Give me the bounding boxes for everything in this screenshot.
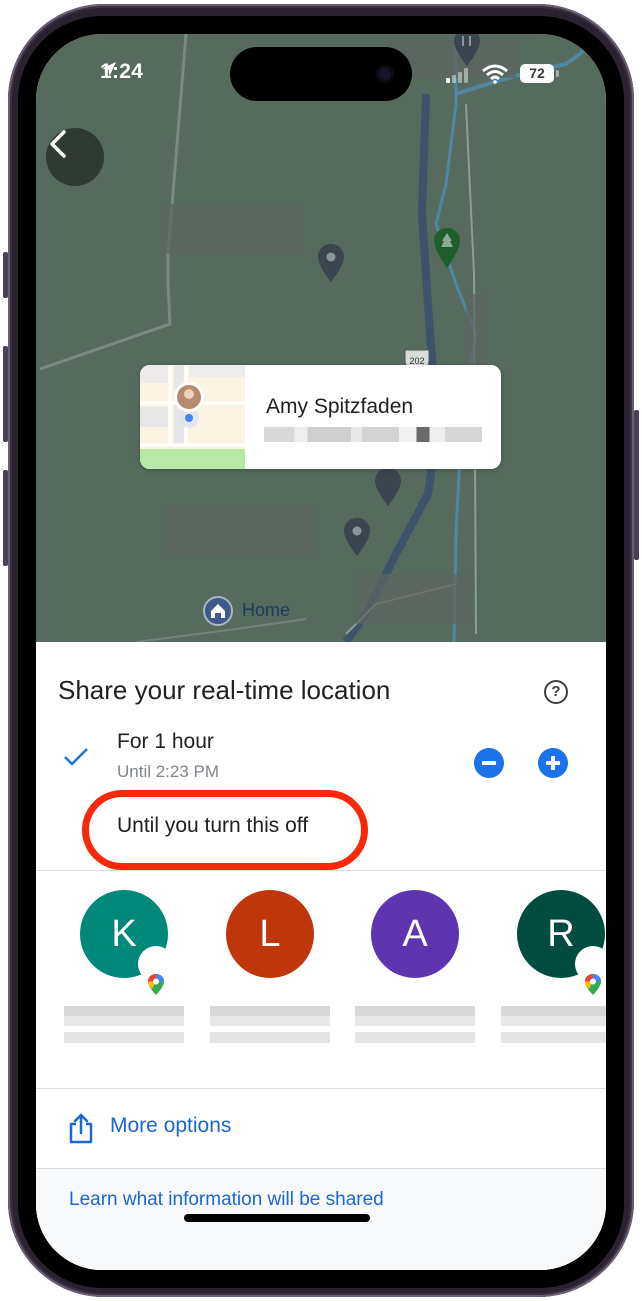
wifi-icon	[482, 64, 508, 84]
help-circle-icon[interactable]: ?	[544, 680, 568, 704]
share-icon	[69, 1113, 93, 1144]
location-arrow-icon	[102, 62, 116, 76]
mini-map-streets	[140, 365, 245, 469]
contact-name-redacted	[355, 998, 475, 1048]
increase-duration-button[interactable]	[538, 748, 568, 778]
back-button[interactable]	[46, 128, 104, 186]
chevron-left-icon	[50, 130, 66, 158]
redacted-label	[356, 574, 471, 624]
checkmark-icon	[64, 748, 88, 766]
divider	[36, 870, 606, 871]
contact-avatar: R	[517, 890, 606, 995]
person-location-redacted	[264, 427, 482, 442]
person-name: Amy Spitzfaden	[266, 395, 414, 418]
contact-name-redacted	[501, 998, 606, 1048]
option-for-1-hour[interactable]: For 1 hour	[117, 730, 214, 754]
place-pin-icon[interactable]	[316, 242, 346, 284]
redacted-label	[162, 204, 302, 254]
screen: 202 1:24 72 Amy Spitzfaden Home Share yo…	[36, 34, 606, 1270]
option-until-turned-off[interactable]: Until you turn this off	[117, 814, 308, 838]
home-indicator[interactable]	[184, 1214, 370, 1222]
contact-avatar: K	[80, 890, 174, 995]
map-view[interactable]: 202 1:24 72 Amy Spitzfaden Home	[36, 34, 606, 642]
decrease-duration-button[interactable]	[474, 748, 504, 778]
place-pin-icon[interactable]	[342, 516, 372, 558]
contact-item[interactable]: A	[350, 890, 480, 1048]
map-roads	[39, 34, 594, 642]
power-button	[634, 410, 639, 560]
home-label[interactable]: Home	[242, 600, 290, 621]
contact-item[interactable]: L	[205, 890, 335, 1048]
sheet-title: Share your real-time location	[58, 675, 391, 705]
redacted-label	[166, 504, 316, 554]
learn-info-link[interactable]: Learn what information will be shared	[69, 1189, 384, 1211]
home-icon[interactable]	[203, 596, 233, 626]
minus-circle-icon	[482, 761, 496, 765]
battery-indicator: 72	[520, 64, 554, 83]
contact-item[interactable]: K	[59, 890, 189, 1048]
dynamic-island	[230, 47, 412, 101]
place-pin-icon[interactable]	[373, 466, 403, 508]
more-options-label: More options	[110, 1114, 232, 1137]
contact-name-redacted	[210, 998, 330, 1048]
contact-avatar: L	[226, 890, 314, 978]
contact-avatar: A	[371, 890, 459, 978]
contact-name-redacted	[64, 998, 184, 1048]
action-button	[3, 252, 8, 298]
person-location-card[interactable]: Amy Spitzfaden	[140, 365, 501, 469]
volume-up-button	[3, 346, 8, 442]
status-time: 1:24	[100, 60, 144, 83]
google-maps-badge-icon	[575, 946, 606, 995]
mini-map	[140, 365, 245, 469]
google-maps-badge-icon	[138, 946, 174, 995]
share-location-sheet: Share your real-time location ? For 1 ho…	[36, 642, 606, 1270]
option-for-1-hour-until: Until 2:23 PM	[117, 762, 220, 781]
contact-item[interactable]: R	[496, 890, 606, 1048]
volume-down-button	[3, 470, 8, 566]
battery-tip	[556, 70, 559, 77]
camera-icon	[376, 65, 394, 83]
park-pin-icon[interactable]	[432, 226, 462, 270]
more-options-button[interactable]: More options	[36, 1088, 606, 1170]
